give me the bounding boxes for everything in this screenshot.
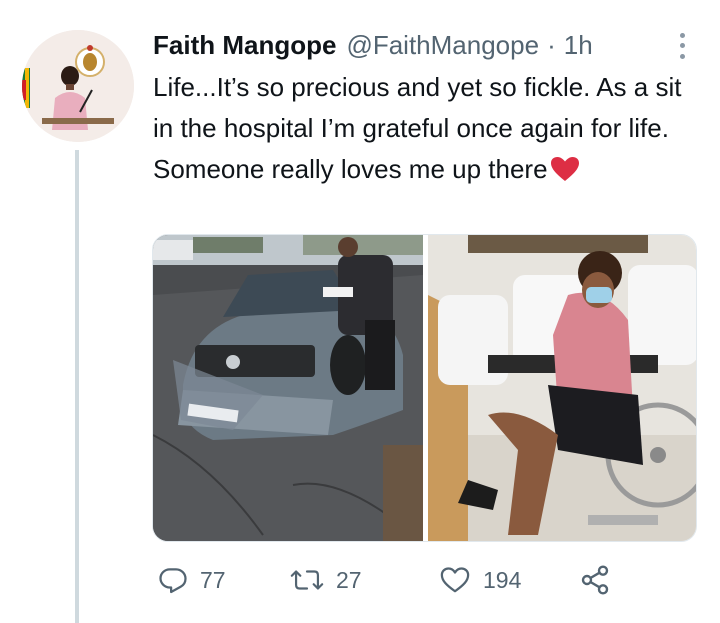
- reply-icon: [159, 568, 187, 594]
- more-options-icon[interactable]: [672, 30, 692, 62]
- tweet-time[interactable]: 1h: [564, 30, 593, 61]
- red-heart-emoji-icon: [550, 153, 580, 194]
- tweet-actions: 77 27 194: [152, 560, 622, 600]
- share-button[interactable]: [579, 560, 611, 600]
- avatar[interactable]: [22, 30, 134, 142]
- reply-count: 77: [200, 566, 226, 593]
- retweet-icon: [290, 570, 324, 590]
- heart-icon: [440, 567, 470, 593]
- tweet-header: Faith Mangope @FaithMangope · 1h: [153, 28, 693, 62]
- crashed-car-photo[interactable]: [153, 235, 423, 541]
- tweet-text: Life...It’s so precious and yet so fickl…: [153, 67, 703, 194]
- tweet-body: Life...It’s so precious and yet so fickl…: [153, 72, 682, 184]
- reply-button[interactable]: 77: [158, 560, 226, 600]
- thread-line: [75, 150, 79, 623]
- retweet-button[interactable]: 27: [290, 560, 362, 600]
- author-name[interactable]: Faith Mangope: [153, 30, 336, 61]
- separator-dot: ·: [547, 29, 556, 60]
- like-count: 194: [483, 566, 522, 593]
- author-handle[interactable]: @FaithMangope: [346, 30, 539, 61]
- tweet-media[interactable]: [152, 234, 697, 542]
- retweet-count: 27: [336, 566, 362, 593]
- like-button[interactable]: 194: [439, 560, 521, 600]
- hospital-wheelchair-photo[interactable]: [428, 235, 696, 541]
- share-icon: [581, 565, 609, 595]
